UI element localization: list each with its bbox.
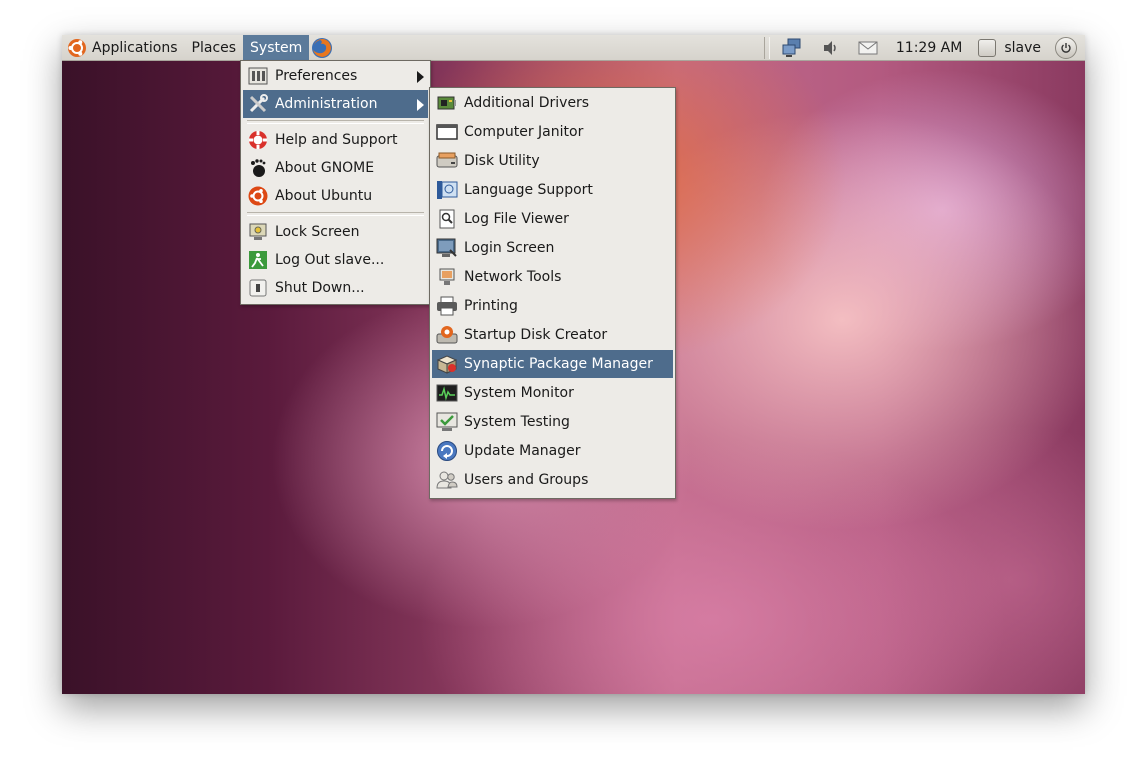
menu-item-printing[interactable]: Printing xyxy=(432,292,673,320)
menu-item-help-and-support[interactable]: Help and Support xyxy=(243,126,428,154)
menu-item-log-file-viewer[interactable]: Log File Viewer xyxy=(432,205,673,233)
menu-item-about-gnome[interactable]: About GNOME xyxy=(243,154,428,182)
administration-icon xyxy=(247,93,269,115)
menu-item-label: Network Tools xyxy=(464,269,562,285)
menu-item-label: Synaptic Package Manager xyxy=(464,356,653,372)
synaptic-icon xyxy=(436,353,458,375)
ubuntu-logo-icon xyxy=(68,38,86,57)
menu-item-label: About GNOME xyxy=(275,160,375,176)
menu-item-additional-drivers[interactable]: Additional Drivers xyxy=(432,89,673,117)
log-viewer-icon xyxy=(436,208,458,230)
menu-item-about-ubuntu[interactable]: About Ubuntu xyxy=(243,182,428,210)
menu-item-label: Update Manager xyxy=(464,443,581,459)
volume-icon[interactable] xyxy=(822,39,840,57)
submenu-arrow-icon xyxy=(417,99,424,111)
menu-item-label: Log Out slave... xyxy=(275,252,385,268)
menu-item-log-out[interactable]: Log Out slave... xyxy=(243,246,428,274)
clock[interactable]: 11:29 AM xyxy=(896,40,962,56)
menu-item-label: Login Screen xyxy=(464,240,555,256)
firefox-icon[interactable] xyxy=(311,37,333,59)
user-status-icon[interactable] xyxy=(978,38,997,57)
user-name[interactable]: slave xyxy=(1004,40,1041,56)
menu-item-lock-screen[interactable]: Lock Screen xyxy=(243,218,428,246)
menu-separator xyxy=(247,212,424,216)
administration-submenu: Additional Drivers Computer Janitor Disk… xyxy=(429,87,676,499)
menu-item-network-tools[interactable]: Network Tools xyxy=(432,263,673,291)
startup-disk-icon xyxy=(436,324,458,346)
menu-item-label: Users and Groups xyxy=(464,472,589,488)
menu-item-label: Log File Viewer xyxy=(464,211,569,227)
menu-item-label: Language Support xyxy=(464,182,593,198)
login-screen-icon xyxy=(436,237,458,259)
menu-item-shut-down[interactable]: Shut Down... xyxy=(243,274,428,302)
submenu-arrow-icon xyxy=(417,71,424,83)
menu-item-label: Additional Drivers xyxy=(464,95,590,111)
system-monitor-icon xyxy=(436,382,458,404)
power-icon[interactable] xyxy=(1055,36,1077,59)
lock-icon xyxy=(247,221,269,243)
printer-icon xyxy=(436,295,458,317)
menu-item-label: Printing xyxy=(464,298,518,314)
gnome-foot-icon xyxy=(247,157,269,179)
menu-item-language-support[interactable]: Language Support xyxy=(432,176,673,204)
network-icon[interactable] xyxy=(782,38,804,58)
menu-item-label: System Testing xyxy=(464,414,570,430)
users-groups-icon xyxy=(436,469,458,491)
menu-item-label: Preferences xyxy=(275,68,358,84)
mail-icon[interactable] xyxy=(858,41,878,55)
system-dropdown-menu: Preferences Administration Help and Supp… xyxy=(240,60,431,305)
applications-menu[interactable]: Applications xyxy=(62,35,185,60)
menu-item-disk-utility[interactable]: Disk Utility xyxy=(432,147,673,175)
preferences-icon xyxy=(247,65,269,87)
system-testing-icon xyxy=(436,411,458,433)
logout-icon xyxy=(247,249,269,271)
menu-item-users-and-groups[interactable]: Users and Groups xyxy=(432,466,673,494)
drivers-icon xyxy=(436,92,458,114)
menu-item-label: Lock Screen xyxy=(275,224,360,240)
top-panel: Applications Places System 11:29 AM slav… xyxy=(62,35,1085,61)
panel-separator xyxy=(763,36,770,59)
menu-item-label: Shut Down... xyxy=(275,280,365,296)
network-tools-icon xyxy=(436,266,458,288)
menu-item-label: System Monitor xyxy=(464,385,574,401)
menu-item-label: Startup Disk Creator xyxy=(464,327,608,343)
help-icon xyxy=(247,129,269,151)
menu-item-computer-janitor[interactable]: Computer Janitor xyxy=(432,118,673,146)
menu-separator xyxy=(247,120,424,124)
system-label: System xyxy=(250,39,303,56)
system-menu[interactable]: System xyxy=(243,35,310,60)
menu-item-label: Help and Support xyxy=(275,132,398,148)
menu-item-label: Disk Utility xyxy=(464,153,540,169)
ubuntu-icon xyxy=(247,185,269,207)
system-tray: 11:29 AM slave xyxy=(763,35,1085,60)
menu-item-label: Computer Janitor xyxy=(464,124,584,140)
applications-label: Applications xyxy=(92,39,178,56)
menu-item-system-monitor[interactable]: System Monitor xyxy=(432,379,673,407)
janitor-icon xyxy=(436,121,458,143)
desktop-screen: Applications Places System 11:29 AM slav… xyxy=(62,35,1085,694)
menu-item-label: About Ubuntu xyxy=(275,188,373,204)
language-icon xyxy=(436,179,458,201)
menu-item-startup-disk-creator[interactable]: Startup Disk Creator xyxy=(432,321,673,349)
places-menu[interactable]: Places xyxy=(185,35,244,60)
menu-item-login-screen[interactable]: Login Screen xyxy=(432,234,673,262)
menu-item-update-manager[interactable]: Update Manager xyxy=(432,437,673,465)
places-label: Places xyxy=(191,39,237,56)
disk-icon xyxy=(436,150,458,172)
menu-item-administration[interactable]: Administration xyxy=(243,90,428,118)
update-manager-icon xyxy=(436,440,458,462)
menu-item-label: Administration xyxy=(275,96,378,112)
menu-item-preferences[interactable]: Preferences xyxy=(243,62,428,90)
shutdown-icon xyxy=(247,277,269,299)
menu-item-system-testing[interactable]: System Testing xyxy=(432,408,673,436)
menu-item-synaptic-package-manager[interactable]: Synaptic Package Manager xyxy=(432,350,673,378)
